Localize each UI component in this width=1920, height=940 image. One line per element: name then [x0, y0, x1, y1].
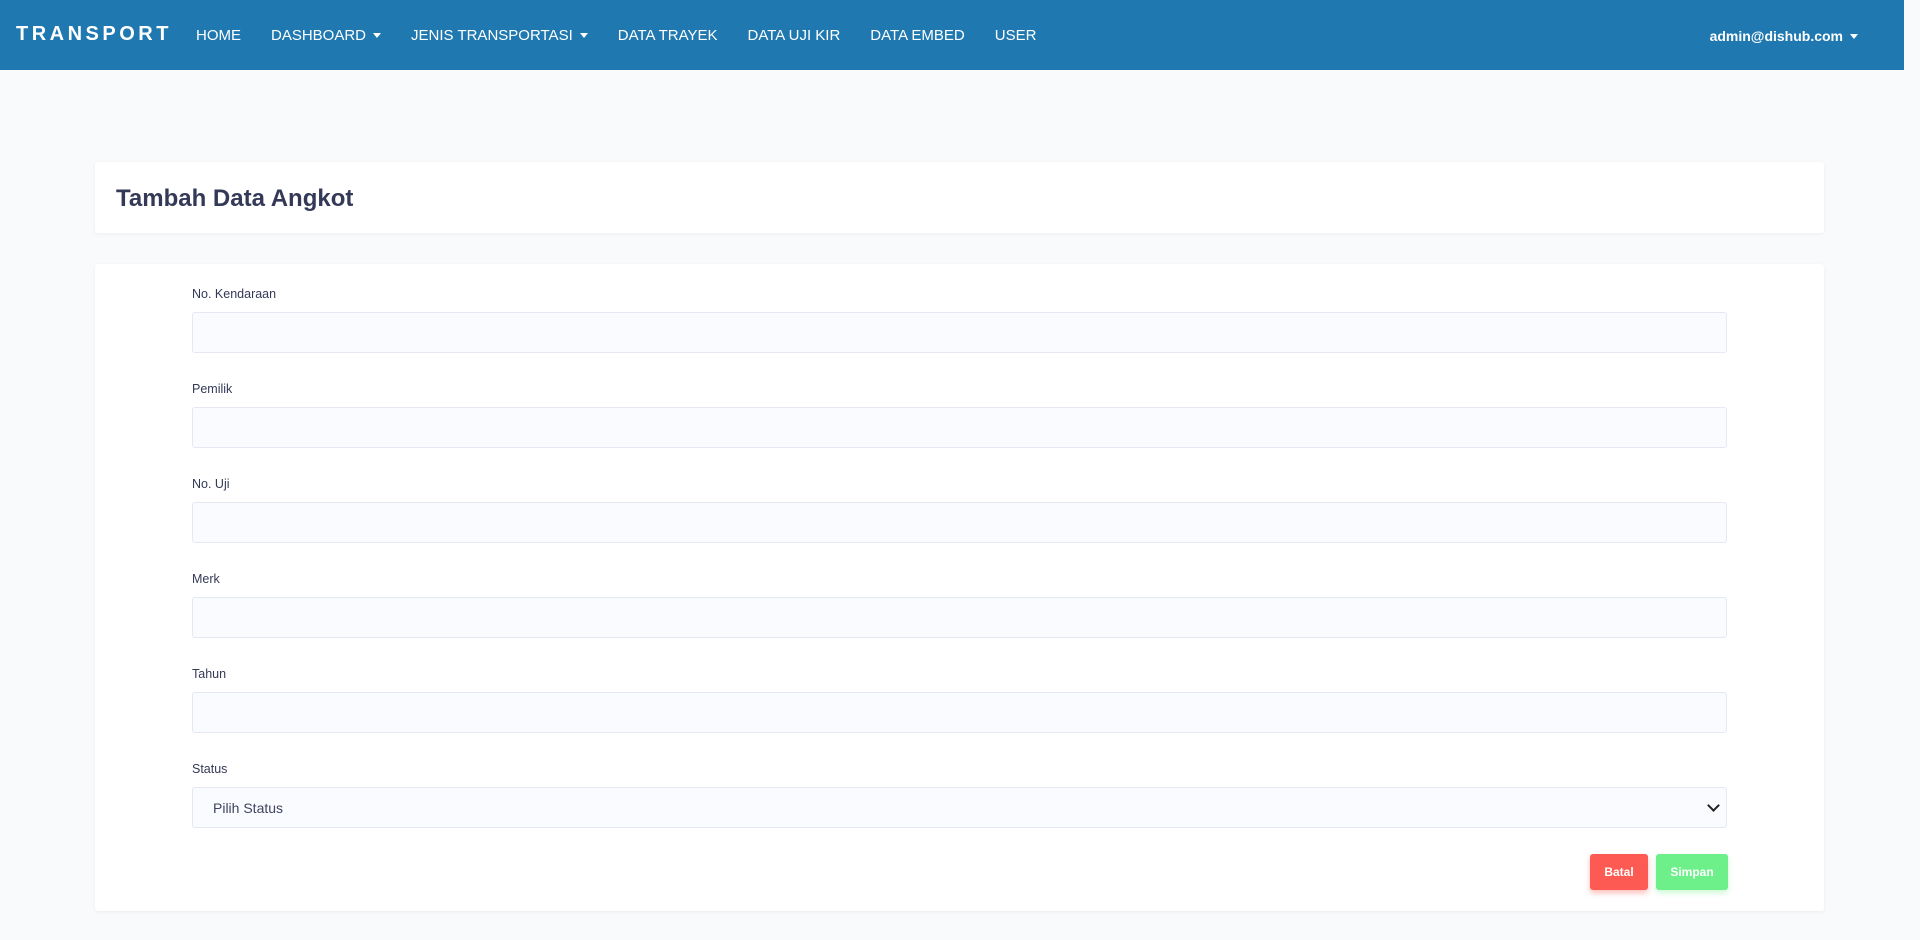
pemilik-input[interactable]	[192, 407, 1727, 448]
page-header-card: Tambah Data Angkot	[95, 162, 1824, 233]
status-select[interactable]: Pilih Status	[192, 787, 1727, 828]
nav-menu: HOME DASHBOARD JENIS TRANSPORTASI DATA T…	[196, 0, 1066, 70]
merk-label: Merk	[192, 572, 220, 586]
nav-item-label: DATA EMBED	[870, 26, 965, 44]
tahun-label: Tahun	[192, 667, 227, 681]
status-label: Status	[192, 762, 228, 776]
tahun-input[interactable]	[192, 692, 1727, 733]
nav-item-data-uji-kir[interactable]: DATA UJI KIR	[748, 27, 841, 44]
nav-item-user[interactable]: USER	[995, 27, 1037, 44]
caret-down-icon	[579, 32, 588, 38]
caret-down-icon	[373, 32, 382, 38]
nav-item-label: DASHBOARD	[271, 26, 367, 44]
nav-item-label: DATA TRAYEK	[617, 26, 718, 44]
no-uji-label: No. Uji	[192, 477, 230, 491]
top-navbar: TRANSPORT HOME DASHBOARD JENIS TRANSPORT…	[0, 0, 1904, 70]
page-title: Tambah Data Angkot	[116, 185, 354, 212]
nav-item-dashboard[interactable]: DASHBOARD	[271, 26, 382, 44]
nav-item-data-embed[interactable]: DATA EMBED	[870, 27, 964, 44]
nav-item-home[interactable]: HOME	[196, 27, 241, 44]
status-selected-value: Pilih Status	[213, 799, 284, 816]
nav-item-label: HOME	[196, 26, 241, 44]
caret-down-icon	[1850, 33, 1858, 39]
nav-item-label: DATA UJI KIR	[747, 26, 841, 44]
nav-item-label: USER	[994, 26, 1037, 44]
pemilik-label: Pemilik	[192, 382, 233, 396]
cancel-button[interactable]: Batal	[1590, 854, 1648, 890]
merk-input[interactable]	[192, 597, 1727, 638]
form-card: No. Kendaraan Pemilik No. Uji Merk Tahun…	[95, 264, 1824, 911]
brand-logo[interactable]: TRANSPORT	[16, 0, 172, 70]
no-kendaraan-label: No. Kendaraan	[192, 287, 277, 301]
no-kendaraan-input[interactable]	[192, 312, 1727, 353]
nav-item-jenis-transportasi[interactable]: JENIS TRANSPORTASI	[411, 27, 588, 44]
nav-item-data-trayek[interactable]: DATA TRAYEK	[618, 27, 718, 44]
user-email: admin@dishub.com	[1709, 28, 1843, 44]
save-button[interactable]: Simpan	[1656, 854, 1728, 890]
chevron-down-icon	[1707, 799, 1720, 812]
nav-item-label: JENIS TRANSPORTASI	[411, 26, 573, 44]
user-account-menu[interactable]: admin@dishub.com	[1710, 0, 1858, 72]
no-uji-input[interactable]	[192, 502, 1727, 543]
